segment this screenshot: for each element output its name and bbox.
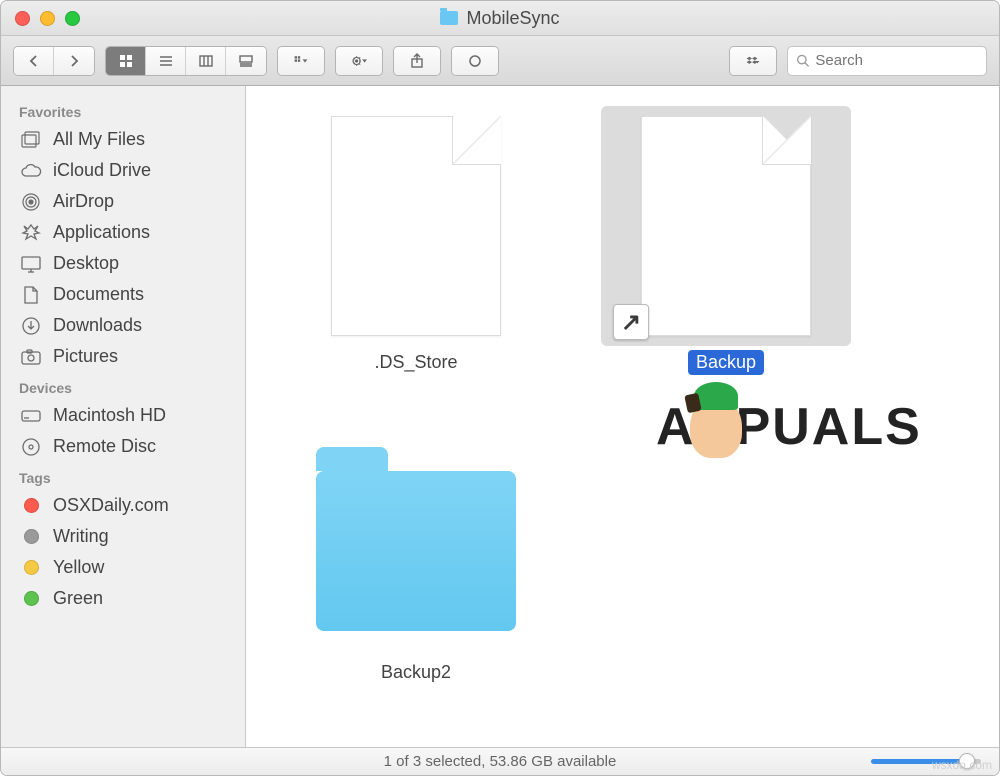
column-view-button[interactable] xyxy=(186,47,226,75)
folder-icon xyxy=(440,11,458,25)
sidebar-item-applications[interactable]: Applications xyxy=(1,217,245,248)
sidebar-item-label: Applications xyxy=(53,222,150,243)
folder-icon xyxy=(316,471,516,631)
sidebar-tag-yellow[interactable]: Yellow xyxy=(1,552,245,583)
list-view-button[interactable] xyxy=(146,47,186,75)
sidebar-item-label: AirDrop xyxy=(53,191,114,212)
nav-buttons xyxy=(13,46,95,76)
tag-dot-icon xyxy=(19,558,43,578)
sidebar-item-icloud-drive[interactable]: iCloud Drive xyxy=(1,155,245,186)
fullscreen-window-button[interactable] xyxy=(65,11,80,26)
document-icon xyxy=(641,116,811,336)
alias-arrow-icon: ↗ xyxy=(613,304,649,340)
forward-button[interactable] xyxy=(54,47,94,75)
hd-icon xyxy=(19,406,43,426)
coverflow-view-button[interactable] xyxy=(226,47,266,75)
sidebar-item-label: OSXDaily.com xyxy=(53,495,169,516)
sidebar-item-label: Downloads xyxy=(53,315,142,336)
sidebar-section-tags: Tags xyxy=(1,462,245,490)
view-buttons xyxy=(105,46,267,76)
minimize-window-button[interactable] xyxy=(40,11,55,26)
action-button[interactable] xyxy=(336,47,382,75)
sidebar-item-label: Yellow xyxy=(53,557,104,578)
disc-icon xyxy=(19,437,43,457)
sidebar-item-label: All My Files xyxy=(53,129,145,150)
sidebar-section-devices: Devices xyxy=(1,372,245,400)
document-icon xyxy=(331,116,501,336)
status-text: 1 of 3 selected, 53.86 GB available xyxy=(384,753,617,770)
sidebar-item-remote-disc[interactable]: Remote Disc xyxy=(1,431,245,462)
file-backup2[interactable]: Backup2 xyxy=(276,406,556,686)
sidebar-item-label: Green xyxy=(53,588,103,609)
sidebar: Favorites All My Files iCloud Drive AirD… xyxy=(1,86,246,747)
arrange-group xyxy=(277,46,325,76)
file-backup[interactable]: ↗ Backup xyxy=(586,96,866,376)
sidebar-tag-writing[interactable]: Writing xyxy=(1,521,245,552)
cloud-icon xyxy=(19,161,43,181)
sidebar-item-label: Remote Disc xyxy=(53,436,156,457)
tag-dot-icon xyxy=(19,527,43,547)
corner-url: wsxdn.com xyxy=(932,758,992,772)
sidebar-item-desktop[interactable]: Desktop xyxy=(1,248,245,279)
sidebar-item-label: Macintosh HD xyxy=(53,405,166,426)
search-input[interactable] xyxy=(815,52,978,69)
file-label: Backup2 xyxy=(373,660,459,685)
sidebar-item-label: iCloud Drive xyxy=(53,160,151,181)
sidebar-item-airdrop[interactable]: AirDrop xyxy=(1,186,245,217)
sidebar-item-label: Pictures xyxy=(53,346,118,367)
all-files-icon xyxy=(19,130,43,150)
sidebar-item-pictures[interactable]: Pictures xyxy=(1,341,245,372)
arrange-button[interactable] xyxy=(278,47,324,75)
pictures-icon xyxy=(19,347,43,367)
sidebar-item-documents[interactable]: Documents xyxy=(1,279,245,310)
search-field[interactable] xyxy=(787,46,987,76)
sidebar-item-label: Documents xyxy=(53,284,144,305)
airdrop-icon xyxy=(19,192,43,212)
statusbar: 1 of 3 selected, 53.86 GB available xyxy=(1,747,999,775)
search-icon xyxy=(796,53,809,68)
downloads-icon xyxy=(19,316,43,336)
sidebar-item-all-my-files[interactable]: All My Files xyxy=(1,124,245,155)
titlebar: MobileSync xyxy=(1,1,999,36)
sidebar-section-favorites: Favorites xyxy=(1,96,245,124)
share-button[interactable] xyxy=(394,47,440,75)
sidebar-item-label: Writing xyxy=(53,526,109,547)
toolbar xyxy=(1,36,999,86)
watermark: APUALS xyxy=(656,396,922,458)
tags-button[interactable] xyxy=(452,47,498,75)
sidebar-item-downloads[interactable]: Downloads xyxy=(1,310,245,341)
dropbox-button[interactable] xyxy=(730,47,776,75)
sidebar-tag-green[interactable]: Green xyxy=(1,583,245,614)
sidebar-item-macintosh-hd[interactable]: Macintosh HD xyxy=(1,400,245,431)
desktop-icon xyxy=(19,254,43,274)
tag-dot-icon xyxy=(19,496,43,516)
applications-icon xyxy=(19,223,43,243)
file-area[interactable]: .DS_Store ↗ Backup Backup2 APUALS xyxy=(246,86,999,747)
icon-view-button[interactable] xyxy=(106,47,146,75)
tag-dot-icon xyxy=(19,589,43,609)
file-ds-store[interactable]: .DS_Store xyxy=(276,96,556,376)
sidebar-tag-osxdaily[interactable]: OSXDaily.com xyxy=(1,490,245,521)
window-title: MobileSync xyxy=(466,8,559,29)
file-label: .DS_Store xyxy=(366,350,465,375)
documents-icon xyxy=(19,285,43,305)
file-label: Backup xyxy=(688,350,764,375)
back-button[interactable] xyxy=(14,47,54,75)
close-window-button[interactable] xyxy=(15,11,30,26)
sidebar-item-label: Desktop xyxy=(53,253,119,274)
